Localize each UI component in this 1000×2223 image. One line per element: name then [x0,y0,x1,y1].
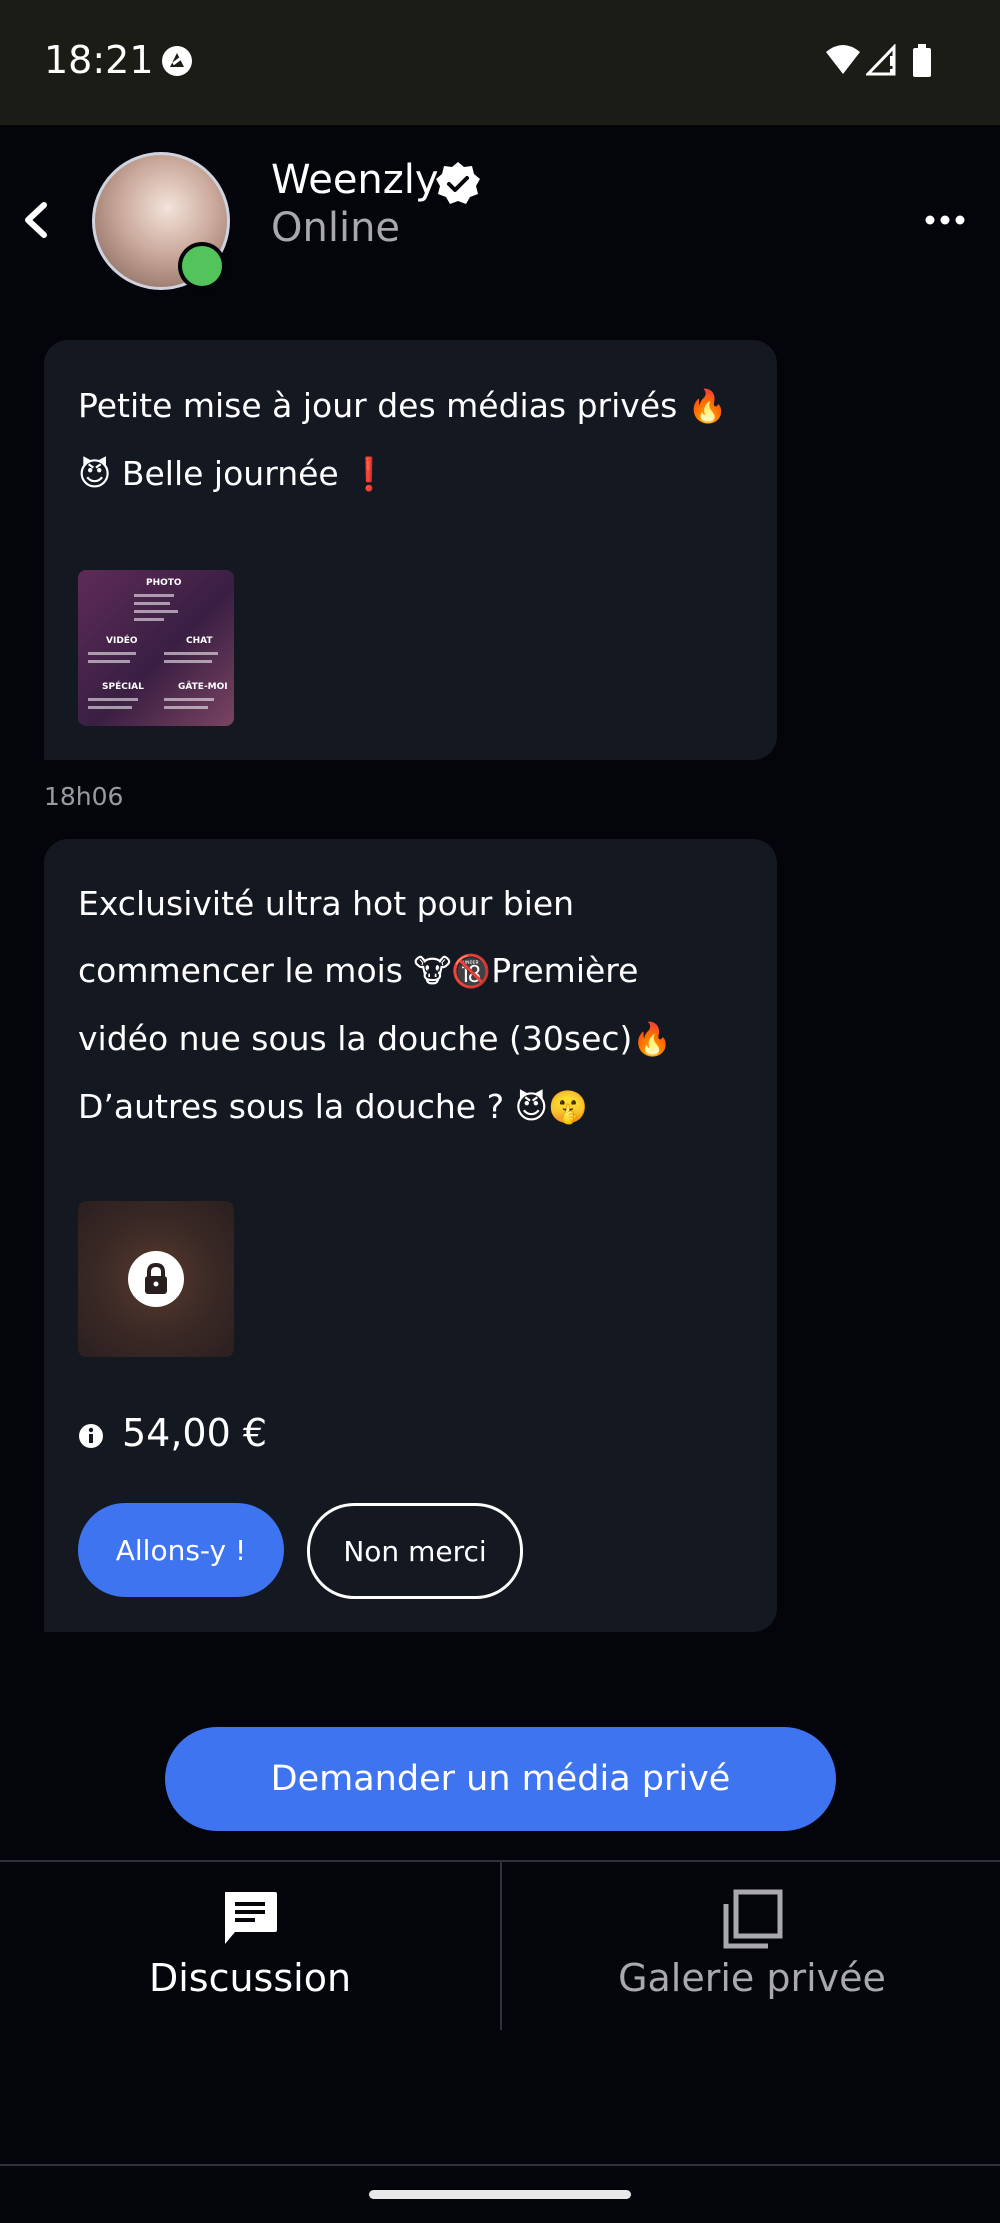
message-timestamp: 18h06 [44,782,124,811]
contact-name: Weenzly [271,157,439,203]
verified-badge-icon [436,162,480,204]
accept-button[interactable]: Allons-y ! [78,1503,284,1597]
battery-icon [913,44,931,77]
exclamation-emoji: ❗ [349,455,390,493]
tab-label: Discussion [148,1956,352,2000]
status-bar: 18:21 [0,0,1000,125]
gallery-icon [723,1889,783,1949]
signal-icon [866,44,896,76]
fire-emoji: 🔥 [687,387,728,425]
message-text: Petite mise à jour des médias privés 🔥 😈… [78,372,758,508]
contact-status: Online [271,205,401,251]
info-icon [79,1424,103,1448]
message-line: Belle journée [121,454,339,493]
home-indicator[interactable] [369,2190,631,2199]
online-status-dot [178,242,226,290]
fire-emoji: 🔥 [632,1020,673,1058]
decline-button[interactable]: Non merci [307,1503,523,1599]
lock-icon [145,1262,167,1294]
message-line: commencer le mois [78,951,414,990]
message-text: Exclusivité ultra hot pour bien commence… [78,870,758,1141]
chat-icon [225,1892,277,1944]
nav-separator [0,2164,1000,2166]
back-arrow-icon[interactable] [14,195,58,245]
message-line: Exclusivité ultra hot pour bien [78,884,575,923]
emoji-group: 🐮🔞 [413,952,492,990]
emoji-group: 😈🤫 [514,1088,588,1126]
message-line: D’autres sous la douche ? [78,1087,515,1126]
message-bubble: Exclusivité ultra hot pour bien commence… [44,839,777,1632]
message-bubble: Petite mise à jour des médias privés 🔥 😈… [44,340,777,760]
tab-discussion[interactable]: Discussion [0,1862,500,2030]
app-notification-icon [162,46,192,76]
media-thumbnail[interactable]: PHOTO VIDÉO CHAT SPÉCIAL GÂTE-MOI [78,570,234,726]
tab-label: Galerie privée [618,1956,886,2000]
lock-badge [128,1251,184,1307]
request-private-media-button[interactable]: Demander un média privé [165,1727,836,1831]
tab-private-gallery[interactable]: Galerie privée [502,1862,1000,2030]
message-line: Première [491,951,639,990]
status-time: 18:21 [44,38,154,82]
more-options-icon[interactable] [922,200,968,240]
price-label: 54,00 € [122,1411,268,1455]
message-line: vidéo nue sous la douche (30sec) [78,1019,633,1058]
locked-media-thumbnail[interactable] [78,1201,234,1357]
message-line: Petite mise à jour des médias privés [78,386,678,425]
wifi-icon [826,45,860,74]
devil-emoji: 😈 [78,455,112,493]
